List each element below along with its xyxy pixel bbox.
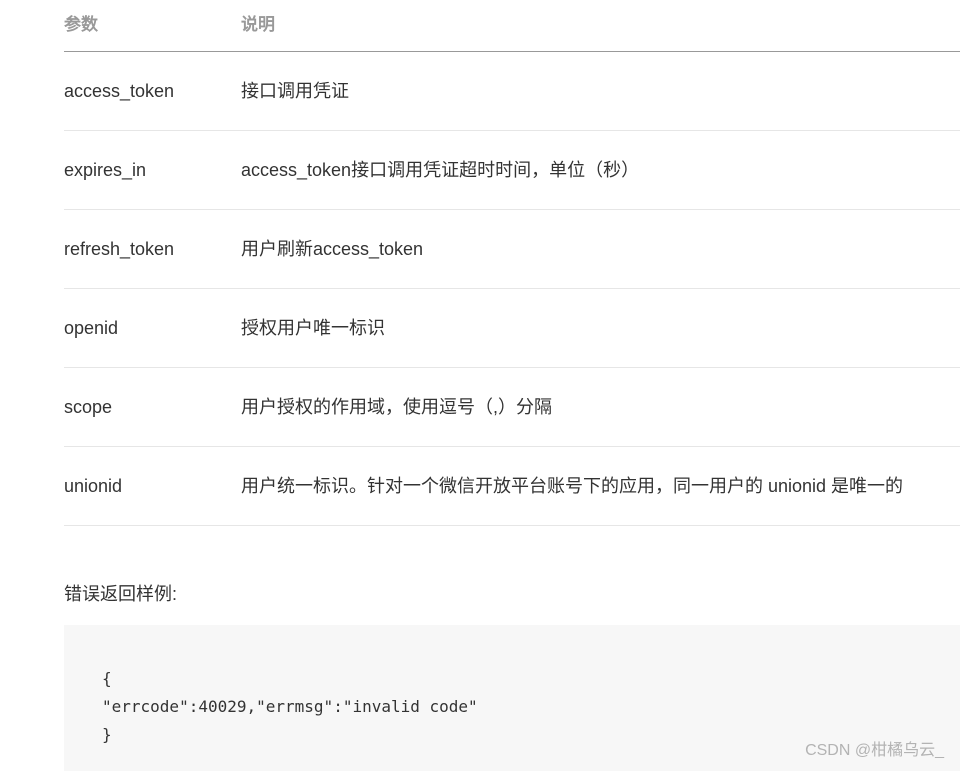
param-description: 用户授权的作用域，使用逗号（,）分隔 [241, 397, 552, 417]
table-row: expires_in access_token接口调用凭证超时时间，单位（秒） [64, 131, 960, 210]
param-name: expires_in [64, 160, 147, 180]
param-description: 用户刷新access_token [241, 239, 424, 259]
table-row: access_token 接口调用凭证 [64, 52, 960, 131]
param-name: unionid [64, 476, 123, 496]
param-name: access_token [64, 81, 175, 101]
code-line: { [102, 669, 112, 688]
csdn-watermark: CSDN @柑橘乌云_ [805, 742, 944, 759]
table-row: scope 用户授权的作用域，使用逗号（,）分隔 [64, 368, 960, 447]
param-description: 用户统一标识。针对一个微信开放平台账号下的应用，同一用户的 unionid 是唯… [241, 476, 904, 496]
error-example-label: 错误返回样例: [64, 584, 178, 604]
param-description: access_token接口调用凭证超时时间，单位（秒） [241, 160, 640, 180]
parameter-table: 参数 说明 access_token 接口调用凭证 expires_in acc… [64, 0, 960, 526]
param-description: 授权用户唯一标识 [241, 318, 385, 338]
document-page: 参数 说明 access_token 接口调用凭证 expires_in acc… [0, 0, 960, 771]
param-description: 接口调用凭证 [241, 81, 349, 101]
header-description: 说明 [241, 14, 275, 34]
param-name: openid [64, 318, 119, 338]
table-row: refresh_token 用户刷新access_token [64, 210, 960, 289]
param-name: refresh_token [64, 239, 175, 259]
code-line: "errcode":40029,"errmsg":"invalid code" [102, 697, 478, 716]
param-name: scope [64, 397, 113, 417]
table-row: unionid 用户统一标识。针对一个微信开放平台账号下的应用，同一用户的 un… [64, 447, 960, 526]
header-param: 参数 [64, 14, 98, 34]
table-header: 参数 说明 [64, 0, 960, 52]
table-row: openid 授权用户唯一标识 [64, 289, 960, 368]
